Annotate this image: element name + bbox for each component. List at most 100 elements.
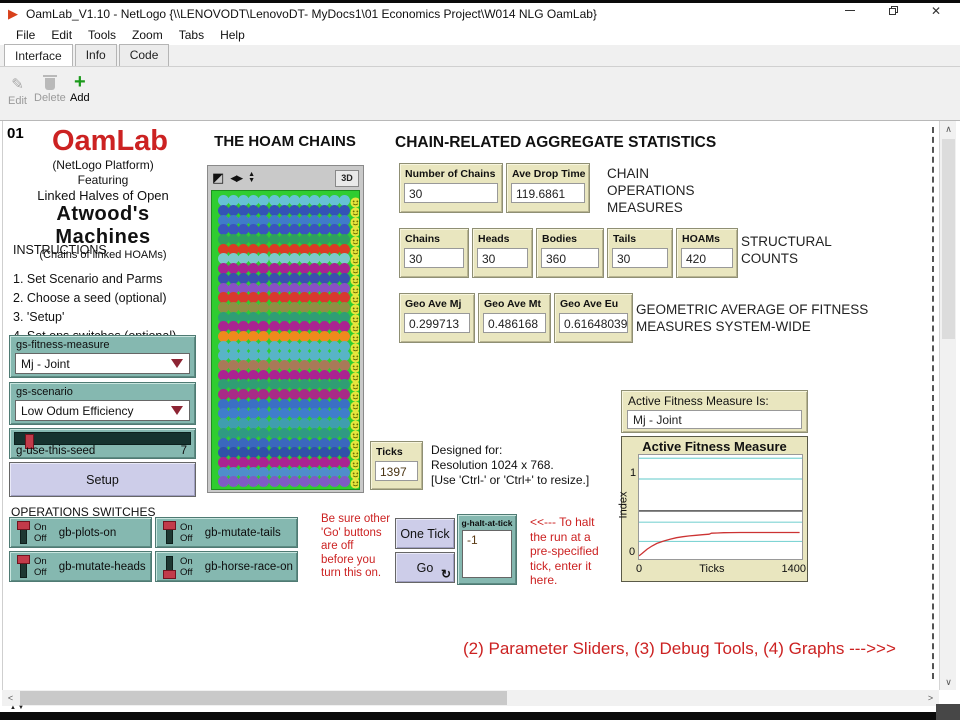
- branding-featuring: Featuring: [7, 173, 199, 187]
- hoam-dot: [269, 476, 280, 487]
- vertical-arrows-icon[interactable]: ▲▼: [248, 172, 255, 184]
- monitor-value: 420: [681, 248, 733, 268]
- hoam-chains-header: THE HOAM CHAINS: [203, 133, 367, 150]
- slider-g-use-this-seed[interactable]: g-use-this-seed 7: [9, 428, 196, 459]
- switch-gb-mutate-heads[interactable]: OnOffgb-mutate-heads: [9, 551, 152, 582]
- pencil-icon: ✎: [11, 75, 24, 93]
- edit-tool[interactable]: ✎ Edit: [8, 75, 27, 107]
- chain-row: [218, 322, 359, 332]
- switch-gb-plots-on[interactable]: OnOff gb-plots-on: [9, 517, 152, 548]
- vertical-scrollbar-thumb[interactable]: [942, 139, 955, 339]
- halt-instruction-note: <<--- To haltthe run at apre-specifiedti…: [530, 515, 599, 588]
- tab-code[interactable]: Code: [119, 44, 170, 66]
- toggle-icon[interactable]: [15, 521, 32, 545]
- delete-label: Delete: [34, 92, 66, 104]
- scroll-down-icon[interactable]: ∨: [940, 674, 957, 690]
- input-g-halt-at-tick[interactable]: g-halt-at-tick -1: [457, 514, 517, 585]
- menu-bar: FileEditToolsZoomTabsHelp: [0, 24, 960, 45]
- chain-row: [218, 244, 359, 254]
- chain-row: [218, 351, 359, 361]
- monitor-label: Active Fitness Measure Is:: [622, 391, 807, 408]
- menu-help[interactable]: Help: [212, 26, 253, 44]
- chooser-value: Mj - Joint: [21, 357, 171, 371]
- instructions-title: INSTRUCTIONS: [13, 243, 203, 257]
- chain-row: [218, 312, 359, 322]
- branding-block: OamLab (NetLogo Platform) Featuring Link…: [7, 125, 199, 261]
- switch-label: gb-mutate-heads: [59, 561, 146, 573]
- restore-icon: [889, 6, 898, 15]
- branding-line: Linked Halves of Open: [7, 188, 199, 203]
- one-tick-button[interactable]: One Tick: [395, 518, 455, 549]
- tab-info[interactable]: Info: [75, 44, 117, 66]
- monitor-value: 0.486168: [483, 313, 546, 333]
- footer-pointer-note: (2) Parameter Sliders, (3) Debug Tools, …: [463, 639, 896, 659]
- add-tool[interactable]: + Add: [70, 74, 90, 104]
- switch-gb-horse-race-on[interactable]: OnOffgb-horse-race-on: [155, 551, 298, 582]
- chooser-gs-scenario[interactable]: gs-scenario Low Odum Efficiency: [9, 382, 196, 425]
- chain-row: [218, 361, 359, 371]
- input-label: g-halt-at-tick: [458, 515, 516, 528]
- menu-file[interactable]: File: [8, 26, 43, 44]
- chain-row: [218, 235, 359, 245]
- netlogo-app-icon: ▶: [8, 7, 18, 20]
- monitor-geo-ave-mt: Geo Ave Mt0.486168: [478, 293, 551, 343]
- stats-row-geometric: Geo Ave Mj0.299713Geo Ave Mt0.486168Geo …: [399, 293, 636, 343]
- menu-edit[interactable]: Edit: [43, 26, 80, 44]
- horizontal-scrollbar[interactable]: < >: [2, 690, 939, 706]
- x-axis-row: 0 Ticks 1400: [636, 563, 806, 575]
- go-button[interactable]: Go ↻: [395, 552, 455, 583]
- input-value[interactable]: -1: [462, 530, 512, 578]
- on-off-labels: OnOff: [34, 522, 47, 544]
- world-view[interactable]: ◩ ◀▶ ▲▼ 3D: [207, 165, 364, 493]
- monitor-chains: Chains30: [399, 228, 469, 278]
- setup-button[interactable]: Setup: [9, 462, 196, 497]
- warning-go-buttons: Be sure other'Go' buttonsare offbefore y…: [321, 513, 390, 581]
- y-axis-tick-0: 0: [629, 546, 635, 558]
- title-bar: ▶ OamLab_V1.10 - NetLogo {\\LENOVODT\Len…: [0, 3, 960, 24]
- active-fitness-monitor: Active Fitness Measure Is: Mj - Joint: [621, 390, 808, 433]
- chooser-gs-fitness-measure[interactable]: gs-fitness-measure Mj - Joint: [9, 335, 196, 378]
- slider-track[interactable]: [14, 432, 191, 445]
- chain-row: [218, 467, 359, 477]
- scroll-up-icon[interactable]: ∧: [940, 121, 957, 137]
- stats-row-operations: Number of Chains30Ave Drop Time119.6861: [399, 163, 593, 213]
- slider-label: g-use-this-seed: [16, 445, 95, 457]
- chain-row: [218, 341, 359, 351]
- switch-gb-mutate-tails[interactable]: OnOffgb-mutate-tails: [155, 517, 298, 548]
- designed-for-note: Designed for:Resolution 1024 x 768.[Use …: [431, 443, 589, 488]
- view-3d-button[interactable]: 3D: [335, 170, 359, 187]
- restore-button[interactable]: [876, 0, 910, 21]
- vertical-scrollbar[interactable]: ∧ ∨: [939, 121, 956, 690]
- chain-row: [218, 196, 359, 206]
- chain-row: [218, 370, 359, 380]
- minimize-button[interactable]: [833, 0, 867, 21]
- on-off-labels: OnOff: [180, 556, 193, 578]
- tab-interface[interactable]: Interface: [4, 44, 73, 66]
- view-scale-icon[interactable]: ◩: [212, 170, 224, 186]
- delete-tool[interactable]: Delete: [34, 75, 66, 104]
- monitor-tails: Tails30: [607, 228, 673, 278]
- x-axis-label: Ticks: [699, 563, 724, 575]
- chooser-value-box[interactable]: Low Odum Efficiency: [15, 400, 190, 421]
- plus-icon: +: [74, 74, 86, 90]
- menu-zoom[interactable]: Zoom: [124, 26, 171, 44]
- interface-canvas: 01 OamLab (NetLogo Platform) Featuring L…: [2, 121, 939, 690]
- menu-tabs[interactable]: Tabs: [171, 26, 212, 44]
- menu-tools[interactable]: Tools: [80, 26, 124, 44]
- toggle-icon[interactable]: [15, 555, 32, 579]
- toggle-icon[interactable]: [161, 521, 178, 545]
- chooser-value: Low Odum Efficiency: [21, 404, 171, 418]
- toggle-icon[interactable]: [161, 555, 178, 579]
- hoam-dot: [339, 476, 350, 487]
- dropdown-triangle-icon: [171, 359, 183, 368]
- chain-row: [218, 390, 359, 400]
- chooser-value-box[interactable]: Mj - Joint: [15, 353, 190, 374]
- horizontal-scrollbar-thumb[interactable]: [20, 691, 507, 705]
- world-canvas[interactable]: [211, 190, 360, 490]
- close-button[interactable]: ✕: [919, 0, 953, 21]
- chain-row: [218, 419, 359, 429]
- tab-bar: InterfaceInfoCode: [0, 45, 960, 67]
- horizontal-arrows-icon[interactable]: ◀▶: [230, 173, 242, 184]
- scroll-left-icon[interactable]: <: [2, 690, 19, 706]
- switch-label: gb-plots-on: [59, 527, 117, 539]
